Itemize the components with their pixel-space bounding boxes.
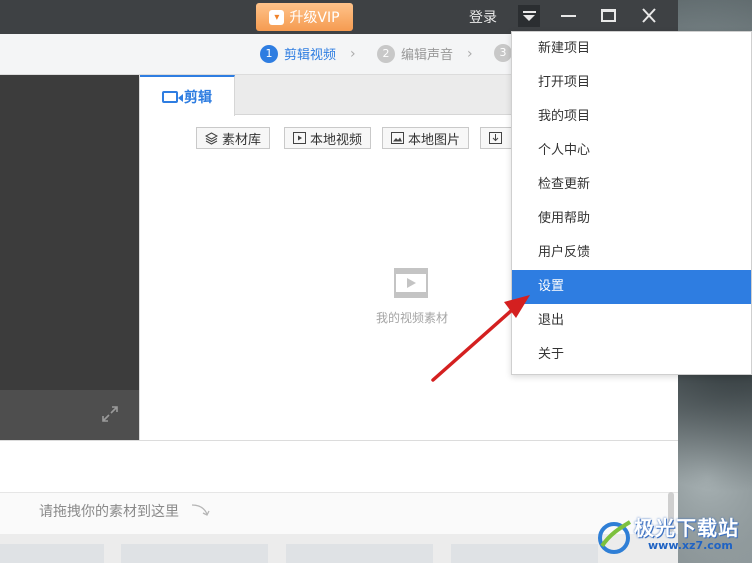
menu-item-check-update[interactable]: 检查更新 bbox=[512, 168, 751, 202]
local-image-label: 本地图片 bbox=[408, 132, 461, 148]
fullscreen-icon[interactable] bbox=[100, 404, 120, 424]
maximize-icon bbox=[601, 9, 616, 22]
film-icon bbox=[394, 268, 428, 298]
video-file-icon bbox=[293, 132, 306, 144]
minimize-button[interactable] bbox=[557, 5, 581, 27]
step-label: 编辑声音 bbox=[401, 48, 454, 63]
step-number: 2 bbox=[377, 44, 395, 63]
drop-hint: 请拖拽你的素材到这里 bbox=[39, 504, 179, 520]
timeline-track bbox=[0, 534, 678, 563]
step-export[interactable]: 3 bbox=[494, 44, 512, 62]
close-button[interactable] bbox=[637, 5, 661, 27]
upgrade-vip-button[interactable]: ▾ 升级VIP bbox=[256, 3, 353, 31]
main-dropdown-menu: 新建项目 打开项目 我的项目 个人中心 检查更新 使用帮助 用户反馈 设置 退出… bbox=[511, 31, 752, 375]
local-audio-button[interactable] bbox=[480, 127, 514, 149]
watermark-url: www.xz7.com bbox=[648, 539, 733, 552]
menu-item-new-project[interactable]: 新建项目 bbox=[512, 32, 751, 66]
menu-item-settings[interactable]: 设置 bbox=[512, 270, 751, 304]
tab-edit[interactable]: 剪辑 bbox=[140, 75, 235, 116]
close-icon bbox=[642, 8, 656, 23]
track-cell bbox=[286, 544, 433, 563]
video-camera-icon bbox=[162, 90, 183, 103]
import-icon bbox=[489, 132, 502, 144]
watermark: 极光下载站 www.xz7.com bbox=[592, 512, 752, 563]
title-bar: ▾ 升级VIP 登录 bbox=[0, 0, 678, 34]
track-cell bbox=[0, 544, 104, 563]
video-preview bbox=[0, 75, 139, 390]
menu-bar-icon bbox=[522, 11, 536, 13]
chevron-right-icon: › bbox=[467, 46, 473, 62]
local-image-button[interactable]: 本地图片 bbox=[382, 127, 470, 149]
menu-item-exit[interactable]: 退出 bbox=[512, 304, 751, 338]
login-link[interactable]: 登录 bbox=[469, 7, 497, 27]
local-video-label: 本地视频 bbox=[310, 132, 363, 148]
step-number: 3 bbox=[494, 44, 512, 62]
minimize-icon bbox=[561, 15, 576, 17]
vip-crown-icon: ▾ bbox=[269, 9, 285, 25]
library-button[interactable]: 素材库 bbox=[196, 127, 271, 149]
tab-edit-label: 剪辑 bbox=[184, 89, 212, 106]
empty-media-hint: 我的视频素材 bbox=[375, 311, 448, 325]
menu-dropdown-button[interactable] bbox=[518, 5, 540, 27]
menu-item-feedback[interactable]: 用户反馈 bbox=[512, 236, 751, 270]
layers-icon bbox=[205, 131, 218, 145]
menu-item-help[interactable]: 使用帮助 bbox=[512, 202, 751, 236]
menu-item-open-project[interactable]: 打开项目 bbox=[512, 66, 751, 100]
vip-label: 升级VIP bbox=[289, 10, 340, 26]
chevron-right-icon: › bbox=[350, 46, 356, 62]
watermark-logo-icon bbox=[598, 520, 632, 554]
timeline-toolbar bbox=[0, 440, 678, 492]
track-cell bbox=[121, 544, 268, 563]
caret-down-icon bbox=[523, 15, 535, 21]
image-file-icon bbox=[391, 132, 404, 144]
track-cell bbox=[451, 544, 598, 563]
timeline-drop-zone[interactable]: 请拖拽你的素材到这里 bbox=[0, 492, 678, 534]
step-edit-video[interactable]: 1 剪辑视频 bbox=[260, 44, 336, 63]
step-number: 1 bbox=[260, 44, 278, 63]
library-label: 素材库 bbox=[222, 132, 262, 148]
menu-item-user-center[interactable]: 个人中心 bbox=[512, 134, 751, 168]
preview-controls bbox=[0, 390, 139, 440]
menu-item-my-projects[interactable]: 我的项目 bbox=[512, 100, 751, 134]
watermark-title: 极光下载站 bbox=[634, 516, 739, 540]
step-edit-audio[interactable]: 2 编辑声音 bbox=[377, 44, 453, 63]
step-label: 剪辑视频 bbox=[284, 48, 337, 63]
local-video-button[interactable]: 本地视频 bbox=[284, 127, 372, 149]
menu-item-about[interactable]: 关于 bbox=[512, 338, 751, 372]
maximize-button[interactable] bbox=[597, 5, 621, 27]
curved-arrow-icon bbox=[191, 504, 210, 516]
